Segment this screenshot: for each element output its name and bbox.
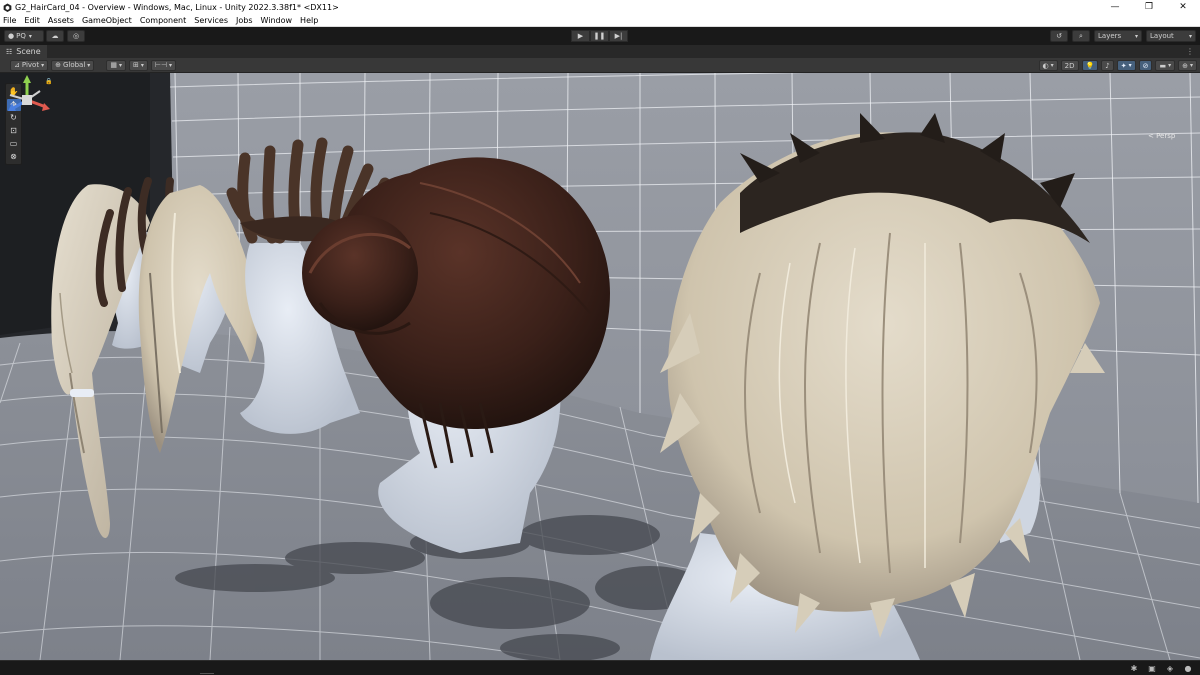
scene-render [0,73,1200,660]
gizmos-dropdown[interactable]: ⊕ ▾ [1178,60,1197,71]
chevron-down-icon: ▾ [28,32,32,40]
chevron-down-icon: ▾ [1168,62,1172,69]
scene-tab-bar: ☷ Scene ⋮ [0,45,1200,58]
draw-mode-dropdown[interactable]: ◐ ▾ [1038,60,1058,71]
cache-server-icon[interactable]: ▣ [1146,663,1158,673]
pivot-toggle[interactable]: ⊿ Pivot ▾ [10,59,49,71]
tab-menu-icon[interactable]: ⋮ [1186,47,1194,56]
global-label: Global [62,61,86,69]
window-title-bar: G2_HairCard_04 - Overview - Windows, Mac… [0,0,1200,14]
svg-text:🔒: 🔒 [45,77,52,85]
chevron-down-icon: ▾ [140,61,144,69]
chevron-down-icon: ▾ [87,61,91,69]
shading-sphere-icon: ◐ [1042,61,1049,70]
play-icon: ▶ [577,32,584,40]
progress-line [200,673,214,674]
cloud-icon: ☁ [51,32,59,40]
window-title: G2_HairCard_04 - Overview - Windows, Mac… [15,2,339,12]
account-icon: ● [8,32,15,40]
unity-logo-icon [2,2,12,12]
menu-help[interactable]: Help [300,16,318,25]
effects-icon: ✦ [1120,61,1127,70]
menu-gameobject[interactable]: GameObject [82,16,132,25]
camera-settings-dropdown[interactable]: ▬ ▾ [1155,60,1176,71]
scene-grid-icon: ☷ [6,47,13,56]
step-icon: ▶| [614,32,623,40]
scene-visibility-toggle[interactable]: ⊘ [1138,60,1153,71]
search-icon: ⌕ [1079,31,1083,40]
menu-assets[interactable]: Assets [48,16,74,25]
chevron-down-icon: ▾ [1189,62,1193,69]
layers-label: Layers [1098,32,1122,40]
audio-icon: ♪ [1105,61,1110,70]
lightbulb-icon: 💡 [1085,61,1095,70]
close-button[interactable]: ✕ [1166,0,1200,14]
rect-tool-icon[interactable]: ▭ [7,138,21,150]
cloud-button[interactable]: ☁ [46,30,64,42]
status-bar: ✱ ▣ ◈ ● [0,660,1200,675]
audio-toggle[interactable]: ♪ [1101,60,1114,71]
snap-icon: ⊞ [132,61,139,69]
chevron-down-icon: ▾ [1128,62,1132,69]
bug-icon[interactable]: ✱ [1128,663,1140,673]
grid-snap-button[interactable]: ▦ ▾ [106,59,126,71]
layout-label: Layout [1150,32,1174,40]
maximize-button[interactable]: ❐ [1132,0,1166,14]
camera-projection-label[interactable]: < Persp [1148,132,1175,140]
chevron-down-icon: ▾ [1188,32,1192,40]
menu-jobs[interactable]: Jobs [236,16,253,25]
chevron-down-icon: ▾ [118,61,122,69]
lighting-bake-icon[interactable]: ◈ [1164,663,1176,673]
global-toggle[interactable]: ⊕ Global ▾ [51,59,95,71]
snap-increment-button[interactable]: ⊞ ▾ [128,59,148,71]
scene-viewport[interactable]: ✋ ✥ ↻ ⊡ ▭ ⊗ 🔒 < Persp [0,73,1200,660]
play-controls: ▶ ❚❚ ▶| [571,30,628,42]
pause-button[interactable]: ❚❚ [590,30,609,42]
chevron-down-icon: ▾ [169,61,173,69]
minimize-button[interactable]: — [1098,0,1132,14]
chevron-down-icon: ▾ [1050,62,1054,69]
collab-icon: ◎ [72,32,80,40]
grid-icon: ▦ [110,61,117,69]
menu-edit[interactable]: Edit [24,16,40,25]
globe-icon: ⊕ [55,61,61,69]
eye-slash-icon: ⊘ [1142,61,1149,70]
undo-history-button[interactable]: ↺ [1050,30,1068,42]
menu-services[interactable]: Services [194,16,228,25]
tab-scene-label: Scene [16,47,41,56]
effects-toggle[interactable]: ✦ ▾ [1116,60,1136,71]
step-button[interactable]: ▶| [609,30,628,42]
menu-bar: File Edit Assets GameObject Component Se… [0,14,1200,27]
menu-file[interactable]: File [3,16,16,25]
chevron-down-icon: ▾ [41,61,45,69]
mode-2d-label: 2D [1064,61,1075,70]
camera-icon: ▬ [1159,61,1167,70]
incremental-snap-button[interactable]: ⊢⊣ ▾ [150,59,177,71]
pivot-icon: ⊿ [14,61,20,69]
transform-tool-icon[interactable]: ⊗ [7,151,21,163]
pause-icon: ❚❚ [593,32,606,40]
main-toolbar: ● PQ ▾ ☁ ◎ ▶ ❚❚ ▶| ↺ ⌕ Layers ▾ Layout ▾ [0,27,1200,45]
account-label: PQ [16,32,26,40]
account-dropdown[interactable]: ● PQ ▾ [4,30,44,42]
play-button[interactable]: ▶ [571,30,590,42]
menu-component[interactable]: Component [140,16,186,25]
pivot-label: Pivot [21,61,40,69]
tab-scene[interactable]: ☷ Scene [0,45,47,58]
scene-toolbar: ⊿ Pivot ▾ ⊕ Global ▾ ▦ ▾ ⊞ ▾ ⊢⊣ ▾ ◐ ▾ 2D… [0,58,1200,73]
gizmos-icon: ⊕ [1182,61,1188,70]
collab-button[interactable]: ◎ [67,30,85,42]
history-icon: ↺ [1056,32,1062,40]
mode-2d-toggle[interactable]: 2D [1060,60,1079,71]
chevron-down-icon: ▾ [1134,32,1138,40]
menu-window[interactable]: Window [261,16,293,25]
lighting-toggle[interactable]: 💡 [1081,60,1099,71]
notifications-icon[interactable]: ● [1182,663,1194,673]
layers-dropdown[interactable]: Layers ▾ [1094,30,1142,42]
ruler-icon: ⊢⊣ [154,61,168,69]
layout-dropdown[interactable]: Layout ▾ [1146,30,1196,42]
orientation-gizmo[interactable]: 🔒 [0,73,54,131]
search-button[interactable]: ⌕ [1072,30,1090,42]
